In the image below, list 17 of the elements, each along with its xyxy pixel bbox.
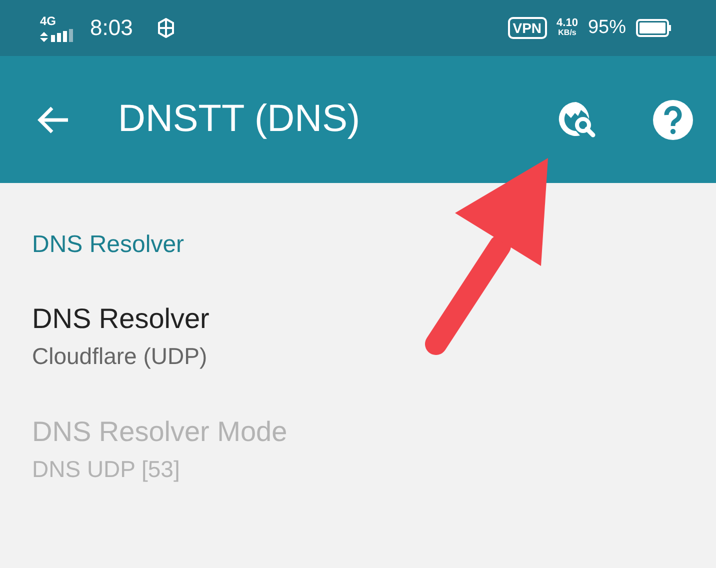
network-type: 4G bbox=[40, 14, 56, 26]
signal-icon bbox=[40, 28, 76, 42]
preference-title: DNS Resolver Mode bbox=[32, 416, 288, 448]
battery-percent: 95% bbox=[588, 17, 626, 39]
speed-unit: KB/s bbox=[558, 28, 576, 38]
back-button[interactable] bbox=[36, 104, 70, 134]
vpn-badge: VPN bbox=[508, 17, 547, 39]
network-speed: 4.10 bbox=[556, 18, 578, 28]
notification-icon bbox=[156, 18, 175, 38]
preference-title[interactable]: DNS Resolver bbox=[32, 303, 210, 335]
toolbar-title: DNSTT (DNS) bbox=[118, 98, 362, 141]
battery-icon bbox=[636, 19, 672, 37]
section-header: DNS Resolver bbox=[31, 231, 186, 259]
clock: 8:03 bbox=[90, 15, 133, 41]
preference-summary: Cloudflare (UDP) bbox=[32, 343, 208, 370]
help-button[interactable] bbox=[652, 98, 694, 140]
preference-summary: DNS UDP [53] bbox=[32, 456, 180, 483]
